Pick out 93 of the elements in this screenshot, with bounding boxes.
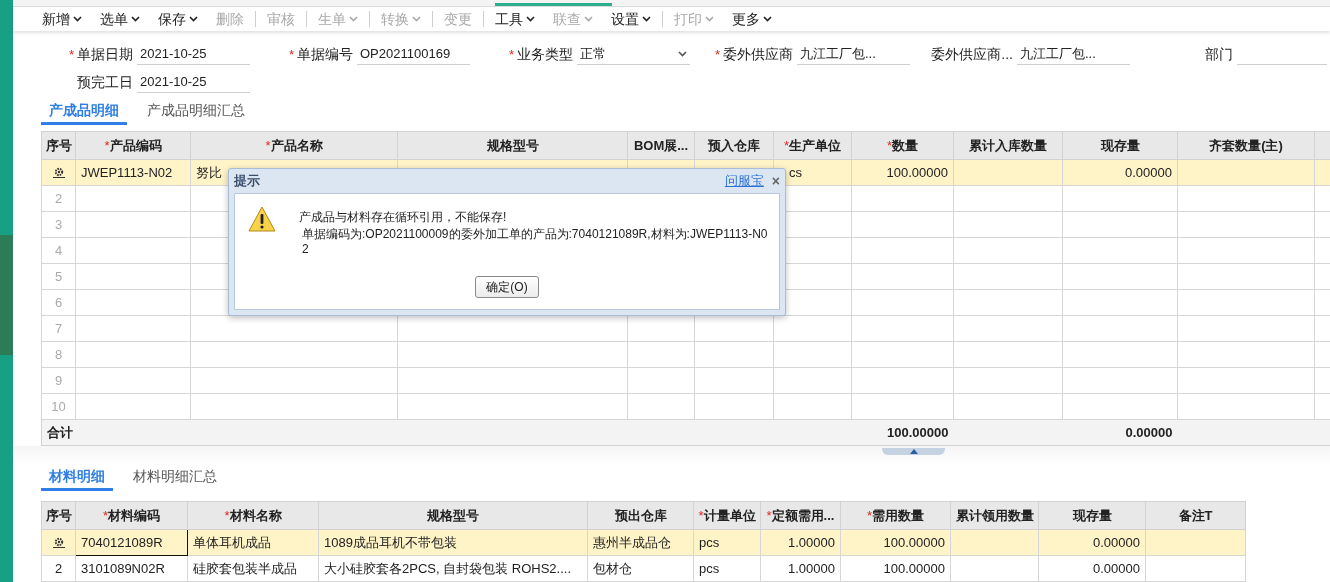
column-header: 序号 bbox=[41, 131, 76, 160]
column-header: 备注T bbox=[1145, 501, 1246, 530]
column-header: *计量单位 bbox=[693, 501, 761, 530]
toolbar-button[interactable]: 选单 bbox=[91, 7, 149, 32]
column-header: *产品名称 bbox=[190, 131, 398, 160]
tab[interactable]: 产成品明细汇总 bbox=[139, 99, 253, 126]
table-cell: pcs bbox=[693, 529, 761, 556]
toolbar-button[interactable]: 保存 bbox=[149, 7, 207, 32]
help-link[interactable]: 问服宝 bbox=[724, 171, 764, 191]
table-cell: 1.00000 bbox=[760, 555, 841, 582]
field-label: 委外供应商... bbox=[931, 44, 1013, 64]
row-number: 7 bbox=[41, 315, 76, 342]
required-asterisk: * bbox=[288, 45, 294, 64]
column-header: *材料编码 bbox=[75, 501, 188, 530]
column-header: BOM展... bbox=[627, 131, 695, 160]
toolbar-button[interactable]: 设置 bbox=[602, 7, 660, 32]
input-field[interactable]: 2021-10-25 bbox=[137, 43, 250, 66]
table-cell: 3101089N02R bbox=[75, 555, 188, 582]
required-asterisk: * bbox=[508, 45, 514, 64]
row-number: 3 bbox=[41, 211, 76, 238]
table-cell: 0.00000 bbox=[1038, 555, 1146, 582]
splitter-handle[interactable] bbox=[882, 448, 945, 456]
input-field[interactable]: 九江工厂包... bbox=[1017, 43, 1130, 66]
dialog-message: 产成品与材料存在循环引用，不能保存! bbox=[299, 210, 508, 225]
tab[interactable]: 材料明细 bbox=[41, 465, 113, 491]
field-label: 委外供应商 bbox=[723, 44, 793, 64]
tab[interactable]: 材料明细汇总 bbox=[125, 465, 225, 491]
warning-icon bbox=[248, 206, 276, 232]
table-cell: 100.00000 bbox=[840, 529, 951, 556]
row-number: 2 bbox=[41, 185, 76, 212]
column-header: 预入仓库 bbox=[694, 131, 774, 160]
column-header: 现存量 bbox=[1062, 131, 1178, 160]
select-field[interactable]: 正常 bbox=[577, 43, 690, 66]
table-cell: 0.00000 bbox=[1062, 159, 1178, 186]
column-header: *材料名称 bbox=[187, 501, 319, 530]
required-asterisk: * bbox=[68, 45, 74, 64]
input-field[interactable]: OP2021100169 bbox=[357, 43, 470, 66]
field-label: 单据编号 bbox=[297, 44, 353, 64]
ok-button[interactable]: 确定(O) bbox=[475, 276, 539, 298]
caret-icon bbox=[678, 50, 687, 57]
total-label: 合计 bbox=[41, 419, 76, 446]
close-button[interactable]: × bbox=[771, 174, 780, 188]
toolbar-button[interactable]: 更多 bbox=[723, 7, 781, 32]
column-header: *定额需用... bbox=[760, 501, 841, 530]
table-cell: 单体耳机成品 bbox=[187, 529, 319, 556]
row-number: 4 bbox=[41, 237, 76, 264]
input-field[interactable]: 九江工厂包... bbox=[797, 43, 910, 66]
table-cell: 惠州半成品仓 bbox=[587, 529, 694, 556]
row-number: 2 bbox=[41, 555, 76, 582]
toolbar-button[interactable]: 工具 bbox=[486, 7, 544, 32]
input-field[interactable]: 2021-10-25 bbox=[137, 71, 250, 94]
table-cell: 1089成品耳机不带包装 bbox=[318, 529, 588, 556]
field-label: 业务类型 bbox=[517, 44, 573, 64]
column-header: 规格型号 bbox=[318, 501, 588, 530]
table-cell: 0.00000 bbox=[1038, 529, 1146, 556]
required-asterisk: * bbox=[714, 45, 720, 64]
field-label: 部门 bbox=[1205, 44, 1233, 64]
column-header: *需用数量 bbox=[840, 501, 951, 530]
column-header: 现存量 bbox=[1038, 501, 1146, 530]
total-cell: 0.00000 bbox=[1062, 419, 1178, 446]
tab[interactable]: 产成品明细 bbox=[41, 99, 127, 126]
table-cell: JWEP1113-N02 bbox=[75, 159, 191, 186]
row-number: 9 bbox=[41, 367, 76, 394]
column-header: 累计入库数量 bbox=[953, 131, 1063, 160]
column-header: 齐套数量(主) bbox=[1177, 131, 1315, 160]
row-number: 6 bbox=[41, 289, 76, 316]
column-header: *数量 bbox=[851, 131, 954, 160]
toolbar-button[interactable]: 新增 bbox=[33, 7, 91, 32]
column-header: 规格型号 bbox=[397, 131, 628, 160]
column-header: *生产单位 bbox=[773, 131, 852, 160]
column-header: 序号 bbox=[41, 501, 76, 530]
field-label: 单据日期 bbox=[77, 44, 133, 64]
column-header: 预出仓库 bbox=[587, 501, 694, 530]
table-cell: 100.00000 bbox=[840, 555, 951, 582]
table-cell: pcs bbox=[693, 555, 761, 582]
column-header: *产品编码 bbox=[75, 131, 191, 160]
gear-icon[interactable] bbox=[52, 537, 65, 548]
column-header: 累计领用数量 bbox=[950, 501, 1039, 530]
total-cell: 100.00000 bbox=[851, 419, 954, 446]
dialog-detail: 单据编码为:OP2021100009的委外加工单的产品为:7040121089R,材料为:JWEP1113-N02 bbox=[301, 227, 769, 257]
gear-icon[interactable] bbox=[52, 167, 65, 179]
row-number: 5 bbox=[41, 263, 76, 290]
table-row[interactable]: 7040121089R 单体耳机成品 1089成品耳机不带包装 惠州半成品仓 pcs 1.00000 100.00000 0.00000 bbox=[41, 529, 1246, 556]
field-label: 预完工日 bbox=[77, 72, 133, 92]
table-cell: 大小硅胶套各2PCS, 自封袋包装 ROHS2.... bbox=[318, 555, 588, 582]
table-cell: 1.00000 bbox=[760, 529, 841, 556]
table-cell: 7040121089R bbox=[75, 529, 188, 556]
table-cell: 包材仓 bbox=[587, 555, 694, 582]
table-row[interactable]: 2 3101089N02R 硅胶套包装半成品 大小硅胶套各2PCS, 自封袋包装 ROHS2.... 包材仓 pcs 1.00000 100.00000 0.00000 bbox=[41, 555, 1246, 582]
table-cell: 硅胶套包装半成品 bbox=[187, 555, 319, 582]
row-number: 10 bbox=[41, 393, 76, 420]
row-number: 8 bbox=[41, 341, 76, 368]
table-cell: 100.00000 bbox=[851, 159, 954, 186]
